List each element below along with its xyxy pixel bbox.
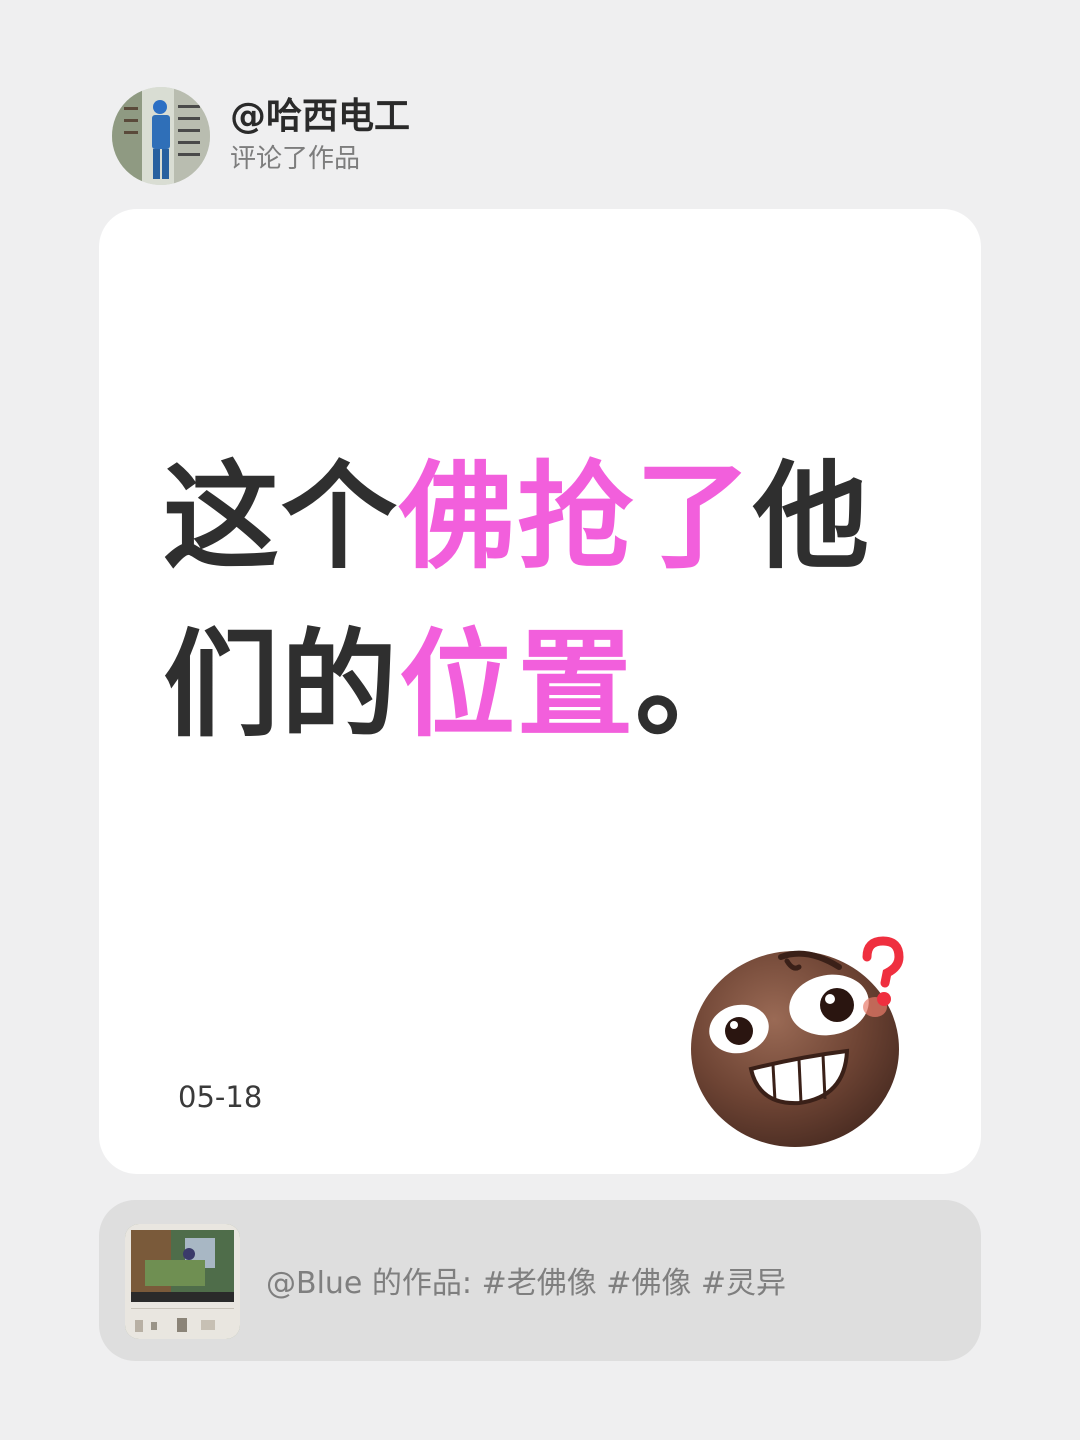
comment-segment: 这个 [163,450,399,585]
comment-segment-highlight: 位置 [399,618,635,753]
video-thumbnail-icon [125,1224,240,1339]
source-work-text[interactable]: @Blue 的作品: #老佛像 #佛像 #灵异 [266,1264,786,1304]
username[interactable]: @哈西电工 [230,95,410,139]
comment-date: 05-18 [178,1080,263,1114]
comment-segment: 。 [635,618,753,753]
header-text: @哈西电工 评论了作品 [230,95,410,177]
avatar[interactable] [112,87,210,185]
comment-segment-highlight: 佛抢了 [399,450,753,585]
avatar-image [112,87,210,185]
video-thumbnail[interactable] [125,1224,240,1339]
source-work-card[interactable]: @Blue 的作品: #老佛像 #佛像 #灵异 [99,1200,981,1361]
commenter-header: @哈西电工 评论了作品 [112,86,410,186]
action-label: 评论了作品 [230,144,361,174]
nervous-grin-question-emoji-icon [691,936,904,1147]
comment-text: 这个佛抢了他们的位置。 [163,434,923,770]
comment-card: 这个佛抢了他们的位置。 05-18 [99,209,981,1174]
